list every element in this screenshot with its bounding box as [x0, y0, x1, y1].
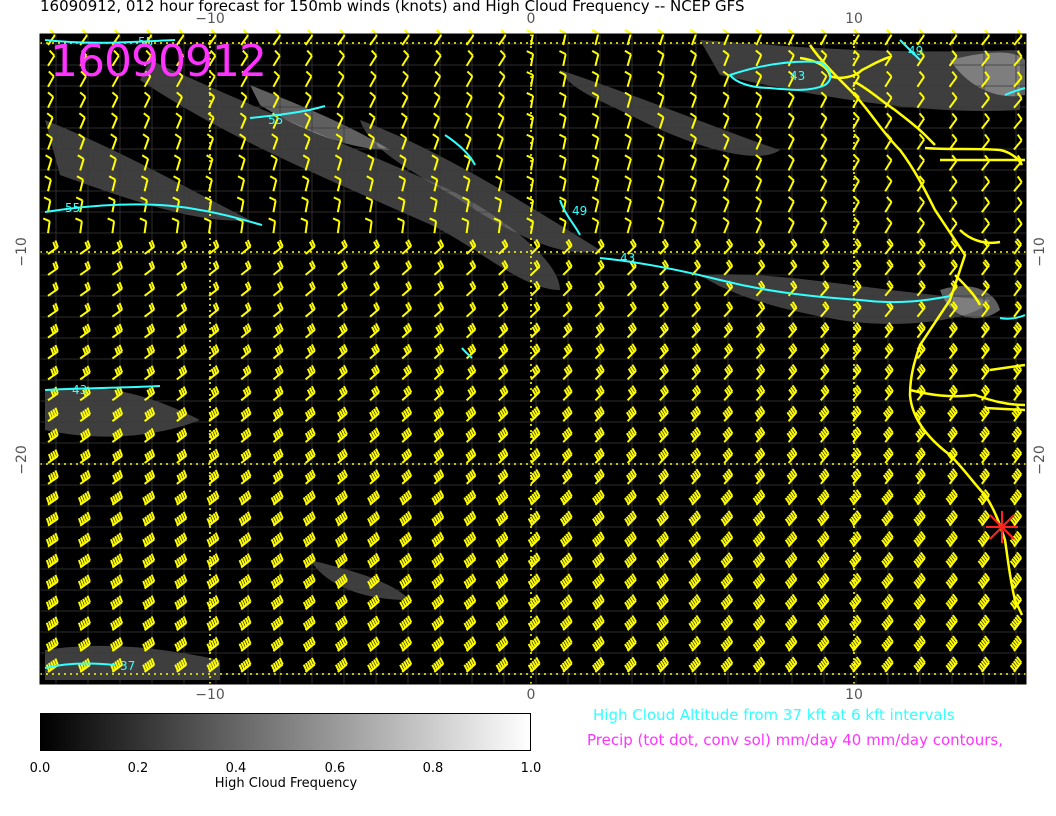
colorbar-label: High Cloud Frequency [214, 776, 358, 791]
contour-label: 55 [268, 113, 283, 127]
map-panel: 55 55 55 49 49 43 43 43 37 [39, 28, 1027, 685]
colorbar-tick: 0.4 [225, 761, 247, 776]
contour-label: 43 [620, 251, 635, 265]
colorbar-tick: 0.6 [324, 761, 346, 776]
contour-label: 43 [790, 69, 805, 83]
contour-label: 37 [120, 659, 135, 673]
contour-label: 49 [908, 44, 923, 58]
colorbar-tick: 0.2 [127, 761, 149, 776]
colorbar [40, 713, 531, 751]
contour-label: 49 [572, 204, 587, 218]
cloud-altitude-note: High Cloud Altitude from 37 kft at 6 kft… [593, 706, 955, 724]
contour-label: 43 [72, 383, 87, 397]
precip-note: Precip (tot dot, conv sol) mm/day 40 mm/… [587, 731, 1003, 749]
star-marker-icon [986, 511, 1018, 543]
contour-label: 55 [65, 201, 80, 215]
colorbar-tick: 0.0 [29, 761, 51, 776]
colorbar-tick: 1.0 [520, 761, 542, 776]
date-stamp: 16090912 [50, 36, 267, 87]
colorbar-tick: 0.8 [422, 761, 444, 776]
